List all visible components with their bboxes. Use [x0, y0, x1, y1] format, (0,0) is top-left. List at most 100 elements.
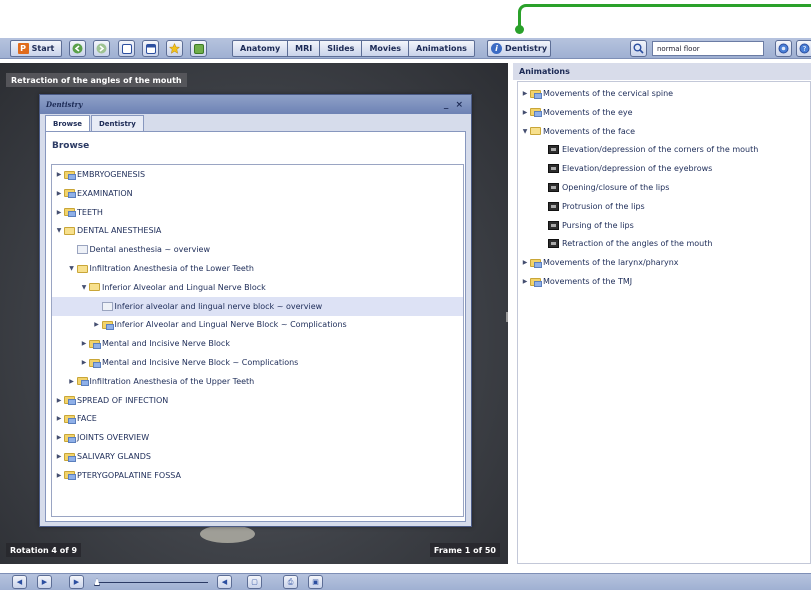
- forward-icon[interactable]: [93, 40, 110, 57]
- tab-movies[interactable]: Movies: [362, 41, 410, 56]
- tree-row[interactable]: Dental anesthesia ~ overview: [52, 240, 463, 259]
- collapse-arrow-icon[interactable]: ▼: [81, 284, 87, 291]
- tree-row[interactable]: ▼ DENTAL ANESTHESIA: [52, 221, 463, 240]
- tree-row[interactable]: ▼ Movements of the face: [518, 122, 810, 141]
- expand-arrow-icon[interactable]: ▶: [56, 209, 62, 216]
- panel-splitter[interactable]: [506, 312, 508, 322]
- tab-browse[interactable]: Browse: [45, 115, 90, 131]
- folder-closed-icon: [64, 471, 76, 481]
- animations-tree: ▶ Movements of the cervical spine ▶ Movemen…: [517, 81, 811, 564]
- collapse-arrow-icon[interactable]: ▼: [522, 128, 528, 135]
- window-icon[interactable]: [118, 40, 135, 57]
- dentistry-window-titlebar[interactable]: Dentistry _ ×: [40, 95, 471, 114]
- expand-arrow-icon[interactable]: ▶: [522, 278, 528, 285]
- expand-arrow-icon[interactable]: ▶: [81, 340, 87, 347]
- tree-row[interactable]: ▶ Infiltration Anesthesia of the Upper Te…: [52, 372, 463, 391]
- expand-arrow-icon[interactable]: ▶: [94, 321, 100, 328]
- folder-closed-icon: [64, 433, 76, 443]
- expand-arrow-icon[interactable]: ▶: [522, 90, 528, 97]
- tree-item-label: Movements of the larynx/pharynx: [543, 258, 679, 268]
- tree-item-label: Infiltration Anesthesia of the Upper Tee…: [89, 376, 255, 386]
- svg-text:?: ?: [803, 45, 807, 53]
- dentistry-tabs: Browse Dentistry: [45, 115, 145, 131]
- tree-item-label: Mental and Incisive Nerve Block ~ Compli…: [102, 358, 299, 367]
- search-icon[interactable]: [630, 40, 647, 57]
- tree-item-label: Mental and Incisive Nerve Block: [102, 339, 230, 349]
- collapse-arrow-icon[interactable]: ▼: [69, 265, 75, 272]
- tree-row[interactable]: ▶ SALIVARY GLANDS: [52, 447, 463, 466]
- expand-arrow-icon[interactable]: ▶: [56, 415, 62, 422]
- next-frame-icon[interactable]: ▶: [37, 575, 52, 589]
- tree-row[interactable]: ▶ PTERYGOPALATINE FOSSA: [52, 466, 463, 485]
- tree-row[interactable]: ▶ JOINTS OVERVIEW: [52, 428, 463, 447]
- tree-row[interactable]: Elevation/depression of the eyebrows: [518, 159, 810, 178]
- help-icon[interactable]: ?: [796, 40, 811, 57]
- expand-arrow-icon[interactable]: ▶: [69, 378, 75, 385]
- tree-row[interactable]: ▶ Movements of the TMJ: [518, 272, 810, 291]
- tree-row[interactable]: ▶ Movements of the cervical spine: [518, 84, 810, 103]
- tree-row[interactable]: ▶ SPREAD OF INFECTION: [52, 391, 463, 410]
- tree-row[interactable]: ▶ Movements of the eye: [518, 103, 810, 122]
- tree-row[interactable]: ▶ Mental and Incisive Nerve Block ~ Compl…: [52, 353, 463, 372]
- layout-icon[interactable]: [142, 40, 159, 57]
- annotation-connector: [515, 0, 811, 34]
- tree-row[interactable]: ▶ FACE: [52, 409, 463, 428]
- playback-slider[interactable]: [96, 582, 208, 583]
- image-icon[interactable]: [190, 40, 207, 57]
- globe-icon[interactable]: [775, 40, 792, 57]
- expand-arrow-icon[interactable]: ▶: [56, 397, 62, 404]
- expand-arrow-icon[interactable]: ▶: [56, 171, 62, 178]
- collapse-arrow-icon[interactable]: ▼: [56, 227, 62, 234]
- tree-row[interactable]: Retraction of the angles of the mouth: [518, 234, 810, 253]
- expand-arrow-icon[interactable]: ▶: [522, 259, 528, 266]
- tab-mri[interactable]: MRI: [288, 41, 321, 56]
- info-icon: i: [490, 43, 502, 54]
- dentistry-button[interactable]: i Dentistry: [487, 40, 551, 57]
- search-input[interactable]: [652, 41, 764, 56]
- tree-row[interactable]: Opening/closure of the lips: [518, 178, 810, 197]
- document-icon: [101, 301, 113, 311]
- tree-item-label: PTERYGOPALATINE FOSSA: [77, 470, 181, 480]
- tree-row[interactable]: ▶ Movements of the larynx/pharynx: [518, 253, 810, 272]
- tree-item-label: SALIVARY GLANDS: [77, 452, 151, 461]
- folder-closed-icon: [64, 189, 76, 199]
- favorites-icon[interactable]: [166, 40, 183, 57]
- tree-row[interactable]: ▶ EXAMINATION: [52, 184, 463, 203]
- tree-row[interactable]: ▼ Infiltration Anesthesia of the Lower Te…: [52, 259, 463, 278]
- tab-slides[interactable]: Slides: [320, 41, 363, 56]
- tree-row[interactable]: Elevation/depression of the corners of t…: [518, 140, 810, 159]
- tree-row[interactable]: Protrusion of the lips: [518, 197, 810, 216]
- tree-row[interactable]: ▼ Inferior Alveolar and Lingual Nerve Blo…: [52, 278, 463, 297]
- tab-animations[interactable]: Animations: [409, 41, 474, 56]
- start-button[interactable]: P Start: [10, 40, 62, 57]
- expand-arrow-icon[interactable]: ▶: [56, 434, 62, 441]
- folder-closed-icon: [530, 258, 542, 268]
- tree-row[interactable]: Pursing of the lips: [518, 216, 810, 235]
- section-tabs: Anatomy MRI Slides Movies Animations: [232, 40, 475, 57]
- back-icon[interactable]: [69, 40, 86, 57]
- app-window: P Start Anatomy MRI Slides Movies Animat…: [0, 0, 811, 590]
- expand-arrow-icon[interactable]: ▶: [81, 359, 87, 366]
- tree-item-label: Protrusion of the lips: [562, 201, 645, 211]
- tree-row[interactable]: ▶ TEETH: [52, 203, 463, 222]
- volume-icon[interactable]: ◀: [217, 575, 232, 589]
- tab-dentistry[interactable]: Dentistry: [90, 115, 144, 131]
- prev-frame-icon[interactable]: ◀: [12, 575, 27, 589]
- expand-arrow-icon[interactable]: ▶: [56, 453, 62, 460]
- start-label: Start: [31, 44, 55, 53]
- tree-item-label: Infiltration Anesthesia of the Lower Tee…: [89, 264, 255, 273]
- expand-arrow-icon[interactable]: ▶: [56, 190, 62, 197]
- document-icon: [76, 245, 88, 255]
- save-icon[interactable]: ▣: [308, 575, 323, 589]
- tree-row[interactable]: Inferior alveolar and lingual nerve bloc…: [52, 296, 463, 316]
- expand-arrow-icon[interactable]: ▶: [56, 472, 62, 479]
- tree-row[interactable]: ▶ Mental and Incisive Nerve Block: [52, 334, 463, 353]
- play-icon[interactable]: ▶: [69, 575, 84, 589]
- tab-anatomy[interactable]: Anatomy: [233, 41, 289, 56]
- window-icon[interactable]: ▢: [247, 575, 262, 589]
- expand-arrow-icon[interactable]: ▶: [522, 109, 528, 116]
- tree-row[interactable]: ▶ Inferior Alveolar and Lingual Nerve Blo…: [52, 315, 463, 334]
- tree-row[interactable]: ▶ EMBRYOGENESIS: [52, 165, 463, 184]
- print-icon[interactable]: ⎙: [283, 575, 298, 589]
- window-controls[interactable]: _ ×: [444, 100, 465, 110]
